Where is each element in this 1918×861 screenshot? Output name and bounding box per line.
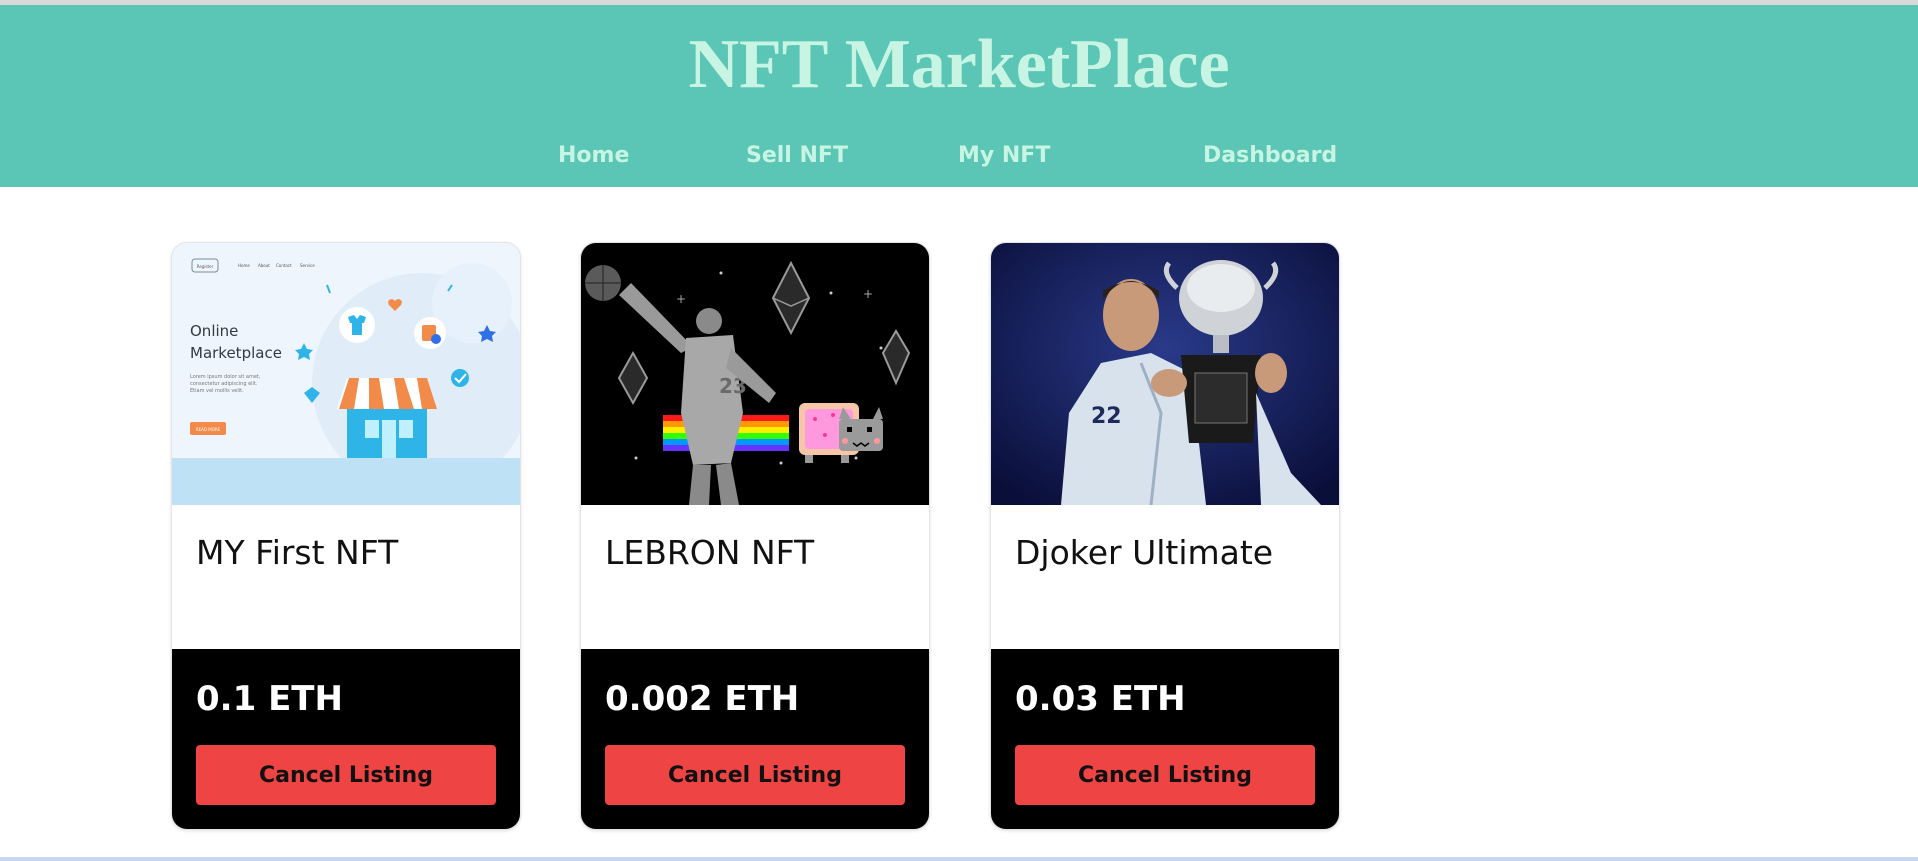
nft-image-lebron-nyan-cat: + + 23 bbox=[581, 243, 929, 505]
mock-title-line-2: Marketplace bbox=[190, 344, 282, 362]
cancel-listing-button[interactable]: Cancel Listing bbox=[605, 745, 905, 805]
nft-image-online-marketplace: Register Home About Contact Service Onli… bbox=[172, 243, 520, 505]
mock-title-line-1: Online bbox=[190, 322, 238, 340]
mock-nav-about: About bbox=[258, 263, 270, 268]
cancel-listing-button[interactable]: Cancel Listing bbox=[196, 745, 496, 805]
site-title: NFT MarketPlace bbox=[688, 26, 1230, 103]
mock-body-line-1: Lorem ipsum dolor sit amet, bbox=[190, 374, 261, 380]
nft-card-footer: 0.03 ETH Cancel Listing bbox=[991, 649, 1339, 829]
nft-card: Register Home About Contact Service Onli… bbox=[171, 242, 521, 830]
nav-home-link[interactable]: Home bbox=[558, 143, 629, 168]
nav-sell-nft-link[interactable]: Sell NFT bbox=[746, 143, 848, 168]
nft-price: 0.03 ETH bbox=[1015, 679, 1186, 719]
window-bottom-border bbox=[0, 857, 1918, 861]
nft-card: 22 Djoker Ultimate 0.03 ETH Cancel Listi… bbox=[990, 242, 1340, 830]
nft-card-footer: 0.1 ETH Cancel Listing bbox=[172, 649, 520, 829]
mock-nav-contact: Contact bbox=[276, 263, 292, 268]
mock-cta-label: READ MORE bbox=[196, 427, 221, 432]
nft-name: MY First NFT bbox=[196, 533, 399, 572]
mock-body-line-3: Etiam vel mollis velit. bbox=[190, 388, 244, 394]
nft-image-djokovic-trophy: 22 bbox=[991, 243, 1339, 505]
nft-card: + + 23 LEBRON NFT 0.002 ETH Cancel Listi… bbox=[580, 242, 930, 830]
nft-card-footer: 0.002 ETH Cancel Listing bbox=[581, 649, 929, 829]
mock-nav-service: Service bbox=[300, 263, 315, 268]
site-header: NFT MarketPlace Home Sell NFT My NFT Das… bbox=[0, 5, 1918, 187]
mock-register-label: Register bbox=[197, 264, 214, 269]
nft-price: 0.002 ETH bbox=[605, 679, 800, 719]
nft-price: 0.1 ETH bbox=[196, 679, 343, 719]
svg-text:+: + bbox=[863, 287, 873, 301]
nft-name: LEBRON NFT bbox=[605, 533, 815, 572]
jersey-number: 22 bbox=[1091, 404, 1122, 429]
nav-my-nft-link[interactable]: My NFT bbox=[958, 143, 1050, 168]
svg-text:+: + bbox=[676, 292, 686, 306]
mock-body-line-2: consectetur adipiscing elit. bbox=[190, 381, 258, 387]
nav-dashboard-link[interactable]: Dashboard bbox=[1203, 143, 1337, 168]
cancel-listing-button[interactable]: Cancel Listing bbox=[1015, 745, 1315, 805]
nft-name: Djoker Ultimate bbox=[1015, 533, 1274, 572]
mock-nav-home: Home bbox=[238, 263, 250, 268]
